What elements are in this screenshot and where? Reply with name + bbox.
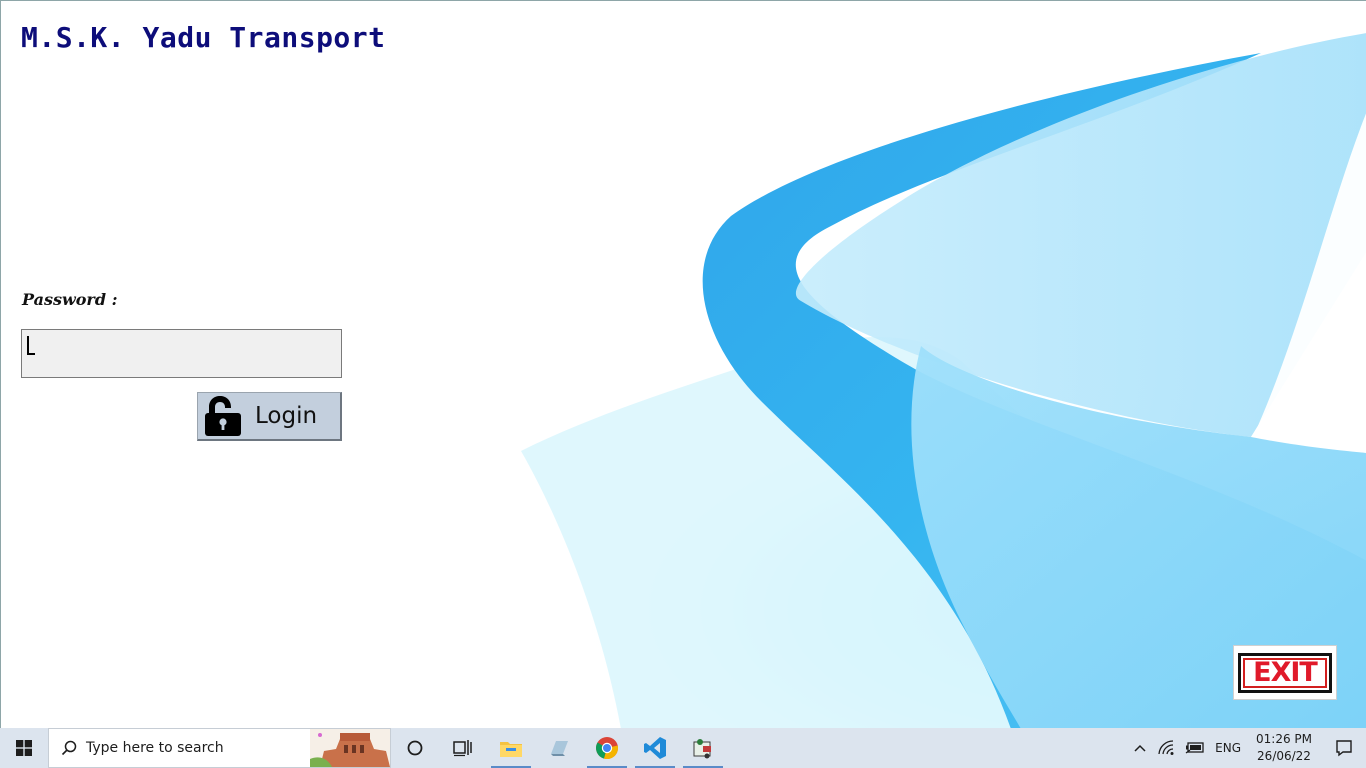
chevron-up-icon: [1134, 744, 1146, 752]
app-icon[interactable]: [679, 728, 727, 768]
vscode-logo-icon: [644, 737, 666, 759]
login-button[interactable]: Login: [197, 392, 342, 441]
chrome-logo-icon: [596, 737, 618, 760]
search-highlight-image: [310, 729, 390, 767]
text-caret-underline: [27, 353, 35, 355]
clock-time: 01:26 PM: [1256, 732, 1312, 746]
start-button[interactable]: [0, 728, 48, 768]
chrome-icon[interactable]: [583, 728, 631, 768]
login-button-label: Login: [255, 403, 318, 429]
password-input[interactable]: [21, 329, 342, 378]
clock[interactable]: 01:26 PM 26/06/22: [1246, 731, 1322, 765]
windows-logo-icon: [16, 740, 32, 756]
battery-status-button[interactable]: [1180, 728, 1210, 768]
search-icon: [61, 740, 77, 756]
taskbar-search-box[interactable]: Type here to search: [48, 728, 391, 768]
clock-date: 26/06/22: [1257, 749, 1311, 763]
notification-icon: [1336, 740, 1352, 757]
taskbar: Type here to search ENG 01:26 PM 26/06/2…: [0, 728, 1366, 768]
folder-icon: [500, 742, 522, 757]
cortana-circle-icon: [407, 740, 423, 756]
action-center-button[interactable]: [1322, 728, 1366, 768]
search-placeholder: Type here to search: [86, 740, 224, 756]
text-caret: [27, 336, 29, 354]
battery-icon: [1185, 742, 1204, 754]
exit-button[interactable]: EXIT: [1233, 645, 1337, 700]
app-title: M.S.K. Yadu Transport: [21, 21, 386, 54]
cortana-icon[interactable]: [391, 728, 439, 768]
network-status-button[interactable]: [1152, 728, 1180, 768]
vscode-icon[interactable]: [631, 728, 679, 768]
exit-label: EXIT: [1253, 657, 1318, 688]
exit-sign: EXIT: [1238, 652, 1332, 693]
wifi-icon: [1158, 740, 1174, 755]
show-hidden-icons-button[interactable]: [1128, 728, 1152, 768]
notebook-icon: [551, 741, 568, 756]
system-tray: ENG 01:26 PM 26/06/22: [1128, 728, 1366, 768]
unlock-icon: [205, 396, 241, 436]
task-view-icon[interactable]: [439, 728, 487, 768]
file-explorer-icon[interactable]: [487, 728, 535, 768]
custom-app-icon: [693, 739, 711, 759]
app-window: M.S.K. Yadu Transport Password : Login E…: [0, 0, 1366, 728]
password-label: Password :: [22, 290, 118, 309]
language-label: ENG: [1215, 741, 1241, 755]
language-indicator[interactable]: ENG: [1210, 728, 1246, 768]
notepad-icon[interactable]: [535, 728, 583, 768]
task-view-glyph-icon: [453, 740, 472, 757]
